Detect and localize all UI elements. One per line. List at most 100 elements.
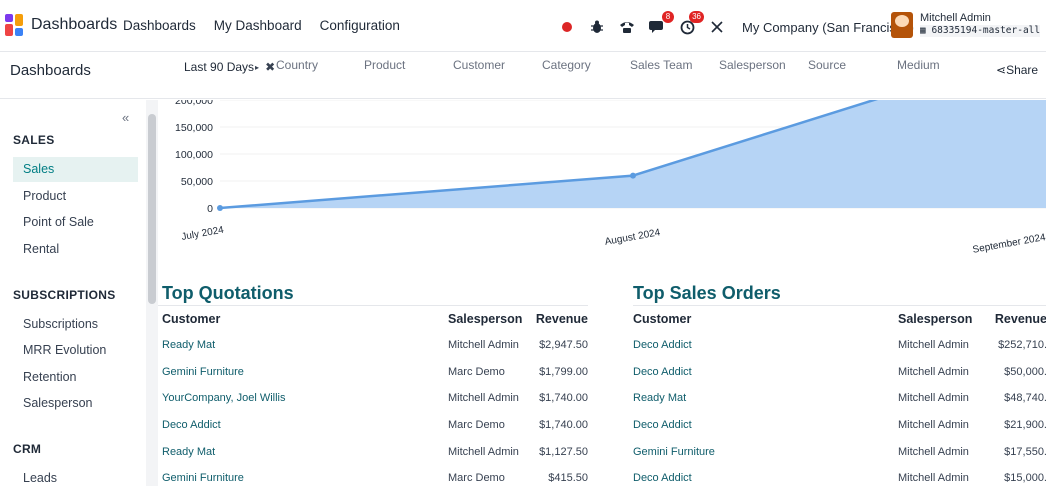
customer-cell[interactable]: Deco Addict: [633, 332, 898, 359]
customer-cell[interactable]: YourCompany, Joel Willis: [162, 385, 448, 412]
sidebar-item-salesperson[interactable]: Salesperson: [13, 391, 138, 416]
customer-cell[interactable]: Gemini Furniture: [633, 438, 898, 465]
customer-cell[interactable]: Deco Addict: [633, 465, 898, 486]
sidebar-item-rental[interactable]: Rental: [13, 237, 138, 262]
table-row[interactable]: Gemini Furniture Marc Demo $1,799.00: [162, 359, 588, 386]
salesperson-cell: Marc Demo: [448, 365, 505, 378]
sidebar-item-sales[interactable]: Sales: [13, 157, 138, 182]
dropdown-caret-icon[interactable]: ▸: [255, 63, 259, 72]
column-header-revenue[interactable]: Revenue: [530, 306, 588, 332]
customer-cell[interactable]: Deco Addict: [162, 412, 448, 439]
menu-configuration[interactable]: Configuration: [320, 18, 400, 33]
sidebar-item-mrr-evolution[interactable]: MRR Evolution: [13, 338, 138, 363]
customer-cell[interactable]: Gemini Furniture: [162, 465, 448, 486]
database-icon: ▦: [920, 25, 932, 36]
customer-cell[interactable]: Ready Mat: [633, 385, 898, 412]
sidebar-scrollbar[interactable]: [146, 100, 158, 486]
user-name: Mitchell Admin: [920, 12, 991, 24]
facet-customer[interactable]: Customer: [453, 58, 505, 72]
table-row[interactable]: Ready Mat Mitchell Admin $48,740.: [633, 385, 1046, 412]
collapse-sidebar-button[interactable]: «: [122, 110, 129, 125]
user-menu[interactable]: Mitchell Admin ▦ 68335194-master-all: [891, 12, 1041, 38]
app-brand[interactable]: Dashboards: [5, 14, 117, 36]
page-title: Dashboards: [10, 62, 91, 79]
menu-dashboards[interactable]: Dashboards: [123, 18, 196, 33]
column-header-revenue[interactable]: Revenue: [984, 306, 1046, 332]
facet-sales-team[interactable]: Sales Team: [630, 58, 692, 72]
column-header-customer[interactable]: Customer: [162, 306, 448, 332]
top-quotations-table: Customer Salesperson Revenue Ready Mat Mi…: [162, 306, 588, 486]
salesperson-cell: Mitchell Admin: [898, 419, 969, 432]
table-row[interactable]: Ready Mat Mitchell Admin $1,127.50: [162, 438, 588, 465]
sales-area-chart: 0 50,000 100,000 150,000 200,000 July 2024 Aug…: [175, 100, 1046, 256]
customer-cell[interactable]: Ready Mat: [162, 438, 448, 465]
tools-icon[interactable]: [706, 16, 728, 38]
column-header-salesperson[interactable]: Salesperson: [448, 306, 530, 332]
sidebar-section-sales: SALES: [13, 133, 55, 147]
phone-icon[interactable]: [616, 16, 638, 38]
facet-category[interactable]: Category: [542, 58, 591, 72]
menu-my-dashboard[interactable]: My Dashboard: [214, 18, 302, 33]
bug-icon[interactable]: [586, 16, 608, 38]
facet-product[interactable]: Product: [364, 58, 405, 72]
facet-source[interactable]: Source: [808, 58, 846, 72]
clear-filter-icon[interactable]: ✖: [265, 60, 275, 74]
y-tick-label: 0: [207, 203, 213, 215]
activity-clock-icon[interactable]: 36: [676, 11, 704, 38]
table-row[interactable]: Gemini Furniture Marc Demo $415.50: [162, 465, 588, 486]
top-sales-orders-title: Top Sales Orders: [633, 283, 781, 303]
x-tick-label: September 2024: [972, 232, 1046, 256]
column-header-customer[interactable]: Customer: [633, 306, 898, 332]
customer-cell[interactable]: Deco Addict: [633, 412, 898, 439]
company-switcher[interactable]: My Company (San Francisco): [742, 20, 914, 35]
facet-salesperson[interactable]: Salesperson: [719, 58, 786, 72]
table-row[interactable]: Deco Addict Mitchell Admin $252,710.: [633, 332, 1046, 359]
share-label: Share: [1006, 63, 1039, 77]
sidebar-section-subscriptions: SUBSCRIPTIONS: [13, 288, 116, 302]
messages-icon[interactable]: 8: [646, 11, 674, 38]
data-point[interactable]: [217, 205, 223, 211]
salesperson-cell: Mitchell Admin: [898, 472, 969, 485]
facet-country[interactable]: Country: [276, 58, 318, 72]
table-row[interactable]: YourCompany, Joel Willis Mitchell Admin $1…: [162, 385, 588, 412]
scrollbar-thumb[interactable]: [148, 114, 156, 304]
control-panel: Dashboards Last 90 Days ▸ ✖ Country Prod…: [0, 52, 1046, 99]
table-row[interactable]: Ready Mat Mitchell Admin $2,947.50: [162, 332, 588, 359]
customer-cell[interactable]: Gemini Furniture: [162, 359, 448, 386]
date-filter[interactable]: Last 90 Days ▸ ✖: [184, 58, 285, 76]
y-tick-label: 50,000: [181, 176, 213, 188]
dashboards-logo-icon: [5, 14, 25, 36]
customer-cell[interactable]: Deco Addict: [633, 359, 898, 386]
salesperson-cell: Marc Demo: [448, 419, 505, 432]
table-row[interactable]: Gemini Furniture Mitchell Admin $17,550.: [633, 438, 1046, 465]
facet-medium[interactable]: Medium: [897, 58, 940, 72]
sidebar-item-subscriptions[interactable]: Subscriptions: [13, 312, 138, 337]
customer-cell[interactable]: Ready Mat: [162, 332, 448, 359]
sidebar-item-leads[interactable]: Leads: [13, 466, 138, 486]
y-tick-label: 100,000: [175, 149, 213, 161]
dashboard-sidebar: « SALES Sales Product Point of Sale Rent…: [0, 100, 146, 486]
table-row[interactable]: Deco Addict Mitchell Admin $15,000.: [633, 465, 1046, 486]
table-row[interactable]: Deco Addict Mitchell Admin $21,900.: [633, 412, 1046, 439]
recording-icon[interactable]: [556, 16, 578, 38]
revenue-cell: $2,947.50: [539, 339, 588, 352]
dashboard-main: 0 50,000 100,000 150,000 200,000 July 2024 Aug…: [158, 100, 1046, 486]
activity-badge: 36: [689, 11, 704, 23]
date-filter-label[interactable]: Last 90 Days: [184, 60, 254, 74]
revenue-cell: $17,550.: [1004, 445, 1046, 458]
sidebar-item-retention[interactable]: Retention: [13, 365, 138, 390]
systray: 8 36 My Company (San Francisco): [556, 10, 914, 44]
database-name: ▦ 68335194-master-all: [920, 25, 1041, 37]
share-icon: ⋖: [996, 63, 1007, 77]
y-tick-label: 150,000: [175, 122, 213, 134]
revenue-cell: $21,900.: [1004, 419, 1046, 432]
table-row[interactable]: Deco Addict Marc Demo $1,740.00: [162, 412, 588, 439]
sidebar-item-point-of-sale[interactable]: Point of Sale: [13, 210, 138, 235]
data-point[interactable]: [630, 172, 636, 179]
column-header-salesperson[interactable]: Salesperson: [898, 306, 984, 332]
revenue-cell: $1,740.00: [539, 392, 588, 405]
share-button[interactable]: ⋖Share: [996, 63, 1038, 77]
table-row[interactable]: Deco Addict Mitchell Admin $50,000.: [633, 359, 1046, 386]
sidebar-item-product[interactable]: Product: [13, 184, 138, 209]
y-tick-label: 200,000: [175, 100, 213, 107]
